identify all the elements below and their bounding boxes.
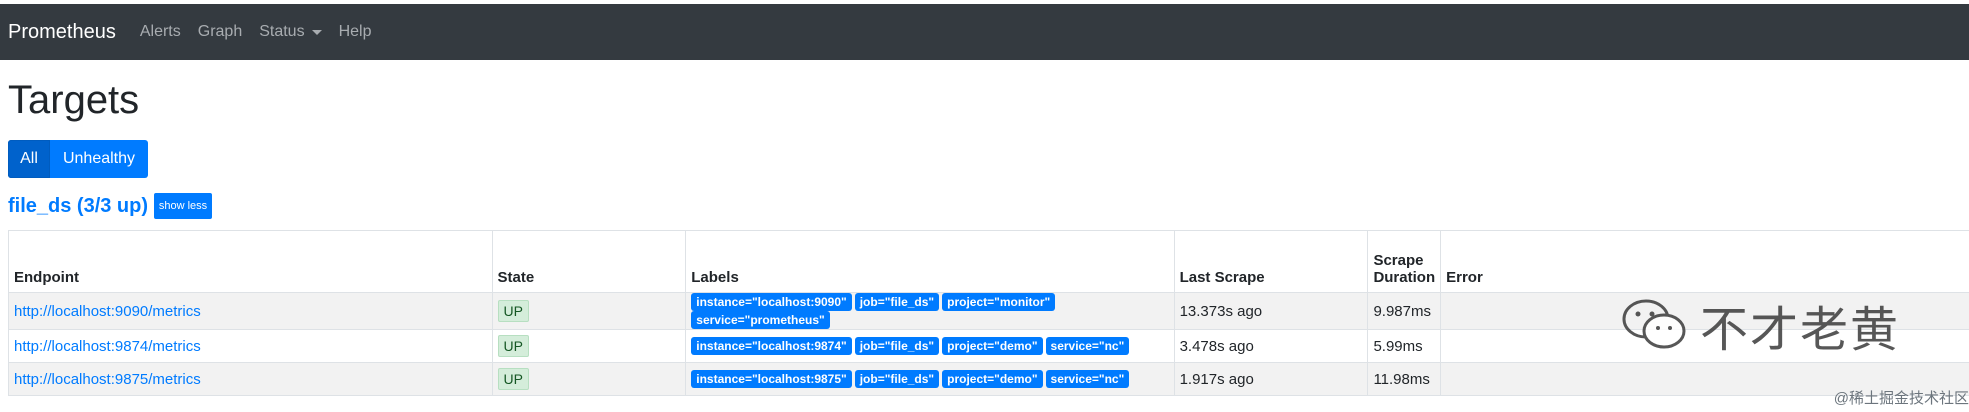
watermark: 不才老黄: [1620, 290, 1900, 360]
job-header: file_ds (3/3 up) show less: [8, 193, 213, 219]
label-badge: service="prometheus": [691, 311, 830, 329]
header-scrape-duration-line2: Duration: [1373, 269, 1436, 286]
label-badge: instance="localhost:9090": [691, 293, 852, 311]
label-badge: job="file_ds": [854, 370, 940, 388]
last-scrape-cell: 3.478s ago: [1173, 329, 1369, 363]
wechat-icon: [1622, 299, 1686, 349]
label-badge: project="demo": [942, 370, 1043, 388]
state-badge: UP: [497, 368, 529, 390]
brand-link[interactable]: Prometheus: [8, 21, 116, 44]
filter-button-group: All Unhealthy: [8, 140, 148, 178]
nav-graph[interactable]: Graph: [198, 23, 242, 41]
filter-unhealthy-button[interactable]: Unhealthy: [50, 140, 148, 178]
label-badge: job="file_ds": [854, 293, 940, 311]
endpoint-link[interactable]: http://localhost:9874/metrics: [14, 338, 201, 355]
nav-alerts[interactable]: Alerts: [140, 23, 181, 41]
last-scrape-cell: 13.373s ago: [1173, 292, 1369, 330]
header-state[interactable]: State: [491, 230, 687, 293]
filter-all-button[interactable]: All: [8, 140, 50, 178]
nav-status-label: Status: [259, 23, 305, 40]
table-header-row: Endpoint State Labels Last Scrape Scrape…: [8, 230, 1969, 293]
footer-watermark: @稀土掘金技术社区: [1833, 390, 1969, 407]
label-badge: project="monitor": [942, 293, 1056, 311]
table-row: http://localhost:9875/metrics UP instanc…: [8, 362, 1969, 396]
nav-status-dropdown[interactable]: Status: [259, 23, 322, 41]
caret-down-icon: [311, 29, 322, 35]
header-labels[interactable]: Labels: [685, 230, 1175, 293]
labels-cell: instance="localhost:9090" job="file_ds" pr…: [685, 292, 1175, 330]
job-title-link[interactable]: file_ds (3/3 up): [8, 195, 148, 218]
nav-help[interactable]: Help: [339, 23, 372, 41]
page-title: Targets: [8, 78, 140, 122]
labels-cell: instance="localhost:9874" job="file_ds" pr…: [685, 329, 1175, 363]
header-scrape-duration-line1: Scrape: [1373, 252, 1424, 269]
state-badge: UP: [497, 335, 529, 357]
scrape-duration-cell: 9.987ms: [1367, 292, 1442, 330]
watermark-text: 不才老黄: [1700, 302, 1901, 358]
scrape-duration-cell: 5.99ms: [1367, 329, 1442, 363]
last-scrape-cell: 1.917s ago: [1173, 362, 1369, 396]
header-scrape-duration[interactable]: Scrape Duration: [1367, 230, 1442, 293]
state-badge: UP: [497, 300, 529, 322]
label-badge: service="nc": [1045, 337, 1130, 355]
endpoint-link[interactable]: http://localhost:9090/metrics: [14, 303, 201, 320]
label-badge: job="file_ds": [854, 337, 940, 355]
labels-cell: instance="localhost:9875" job="file_ds" pr…: [685, 362, 1175, 396]
header-error[interactable]: Error: [1440, 230, 1969, 293]
label-badge: service="nc": [1045, 370, 1130, 388]
label-badge: project="demo": [942, 337, 1043, 355]
endpoint-link[interactable]: http://localhost:9875/metrics: [14, 371, 201, 388]
navbar: Prometheus Alerts Graph Status Help: [0, 4, 1969, 60]
header-endpoint[interactable]: Endpoint: [8, 230, 493, 293]
label-badge: instance="localhost:9875": [691, 370, 852, 388]
scrape-duration-cell: 11.98ms: [1367, 362, 1442, 396]
label-badge: instance="localhost:9874": [691, 337, 852, 355]
show-less-button[interactable]: show less: [154, 193, 213, 219]
header-last-scrape[interactable]: Last Scrape: [1173, 230, 1369, 293]
